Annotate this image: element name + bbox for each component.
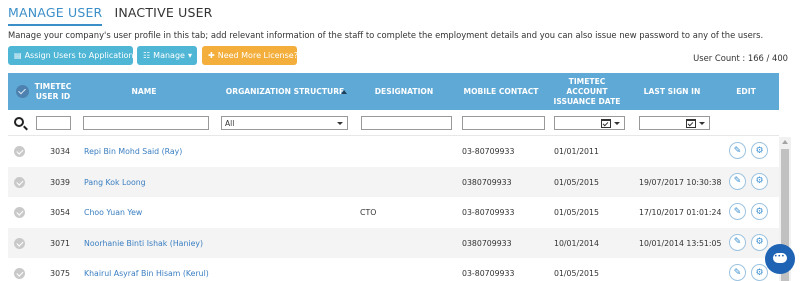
cell-issuance-date: 10/01/2014 [554, 238, 599, 248]
calendar-icon [601, 119, 611, 128]
tab-inactive-user[interactable]: INACTIVE USER [114, 4, 212, 26]
filter-user-id[interactable] [36, 116, 71, 130]
pencil-icon: ✎ [733, 237, 742, 247]
cell-user-id: 3071 [50, 238, 70, 248]
table-row: 3071 Noorhanie Binti Ishak (Haniey) 0380… [8, 227, 779, 258]
gear-icon: ⚙ [755, 206, 764, 217]
cell-name-link[interactable]: Noorhanie Binti Ishak (Haniey) [84, 239, 203, 248]
table-row: 3054 Choo Yuan Yew CTO 03-80709933 01/05… [8, 197, 779, 228]
col-user-id[interactable]: TIMETEC USER ID [34, 73, 72, 110]
filter-org-structure[interactable]: All [221, 116, 348, 130]
cell-user-id: 3039 [50, 177, 70, 187]
row-checkbox[interactable] [14, 207, 25, 218]
cell-user-id: 3075 [50, 269, 70, 278]
sitemap-icon: ☷ [143, 51, 151, 60]
caret-down-icon: ▾ [187, 51, 192, 60]
cell-user-id: 3054 [50, 208, 70, 217]
table-header: TIMETEC USER ID NAME ORGANIZATION STRUCT… [8, 73, 779, 110]
filter-issuance-date[interactable] [554, 116, 625, 130]
cell-issuance-date: 01/01/2011 [554, 147, 599, 156]
cell-designation: CTO [360, 208, 377, 217]
gear-icon: ⚙ [755, 145, 764, 156]
filter-org-value: All [225, 118, 235, 128]
list-icon: ▤ [14, 51, 22, 60]
cell-mobile: 03-80709933 [462, 208, 515, 217]
users-table: TIMETEC USER ID NAME ORGANIZATION STRUCT… [8, 73, 779, 281]
settings-button[interactable]: ⚙ [751, 264, 768, 281]
cell-mobile: 03-80709933 [462, 147, 515, 156]
edit-button[interactable]: ✎ [729, 264, 746, 281]
chat-button[interactable] [765, 244, 795, 274]
edit-button[interactable]: ✎ [729, 233, 746, 251]
calendar-icon [686, 119, 696, 128]
table-body: 3034 Repi Bin Mohd Said (Ray) 03-8070993… [8, 136, 779, 281]
table-row: 3034 Repi Bin Mohd Said (Ray) 03-8070993… [8, 136, 779, 167]
col-edit: EDIT [736, 86, 756, 96]
col-last-sign-in[interactable]: LAST SIGN IN [632, 73, 712, 110]
cell-name-link[interactable]: Repi Bin Mohd Said (Ray) [84, 147, 182, 156]
edit-button[interactable]: ✎ [729, 172, 746, 190]
filter-name[interactable] [83, 116, 209, 130]
col-org-structure[interactable]: ORGANIZATION STRUCTURE [220, 73, 350, 110]
chevron-down-icon [614, 122, 620, 125]
settings-button[interactable]: ⚙ [751, 172, 768, 190]
cell-name-link[interactable]: Choo Yuan Yew [84, 208, 142, 217]
pencil-icon: ✎ [733, 176, 742, 186]
col-designation[interactable]: DESIGNATION [358, 73, 450, 110]
scroll-up-icon[interactable] [782, 140, 788, 144]
edit-button[interactable]: ✎ [729, 142, 746, 159]
row-checkbox[interactable] [14, 237, 25, 249]
cell-last-sign-in: 17/10/2017 01:01:24 [639, 208, 722, 217]
tab-bar: MANAGE USER INACTIVE USER [8, 4, 225, 26]
cell-mobile: 0380709933 [462, 177, 512, 187]
pencil-icon: ✎ [733, 267, 742, 278]
filter-mobile[interactable] [462, 116, 545, 130]
edit-button[interactable]: ✎ [729, 203, 746, 220]
table-row: 3039 Pang Kok Loong 0380709933 01/05/201… [8, 166, 779, 197]
user-count: User Count : 166 / 400 [693, 53, 788, 63]
row-checkbox[interactable] [14, 146, 25, 157]
cell-last-sign-in: 19/07/2017 10:30:38 [639, 177, 722, 187]
gear-icon: ⚙ [755, 237, 764, 247]
col-mobile[interactable]: MOBILE CONTACT [460, 73, 542, 110]
col-issuance-date[interactable]: TIMETEC ACCOUNT ISSUANCE DATE [552, 73, 622, 110]
row-checkbox[interactable] [14, 268, 25, 279]
chevron-down-icon [337, 122, 343, 125]
table-row: 3075 Khairul Asyraf Bin Hisam (Kerul) 03… [8, 258, 779, 281]
filter-last-sign-in[interactable] [639, 116, 710, 130]
cell-issuance-date: 01/05/2015 [554, 269, 599, 278]
settings-button[interactable]: ⚙ [751, 203, 768, 220]
gear-icon: ⚙ [755, 176, 764, 186]
need-more-license-button[interactable]: ✚ Need More License? [202, 46, 298, 65]
cell-last-sign-in: 10/01/2014 13:51:05 [639, 238, 722, 248]
search-icon [14, 117, 24, 127]
plus-icon: ✚ [208, 51, 215, 60]
pencil-icon: ✎ [733, 206, 742, 217]
page-description: Manage your company's user profile in th… [8, 30, 764, 40]
gear-icon: ⚙ [755, 267, 764, 278]
cell-issuance-date: 01/05/2015 [554, 177, 599, 187]
tab-manage-user[interactable]: MANAGE USER [8, 4, 103, 26]
manage-label: Manage [153, 51, 185, 60]
filter-designation[interactable] [361, 116, 452, 130]
filter-row: All [8, 110, 779, 136]
row-checkbox[interactable] [14, 176, 25, 188]
cell-name-link[interactable]: Pang Kok Loong [84, 178, 146, 187]
assign-users-label: Assign Users to Applications [24, 51, 138, 60]
select-all-checkbox[interactable] [16, 85, 29, 98]
cell-name-link[interactable]: Khairul Asyraf Bin Hisam (Kerul) [84, 269, 209, 278]
assign-users-button[interactable]: ▤ Assign Users to Applications [8, 46, 138, 65]
chevron-down-icon [699, 122, 705, 125]
need-more-license-label: Need More License? [217, 51, 298, 60]
cell-user-id: 3034 [50, 147, 70, 156]
settings-button[interactable]: ⚙ [751, 233, 768, 251]
settings-button[interactable]: ⚙ [751, 142, 768, 159]
cell-mobile: 0380709933 [462, 238, 512, 248]
cell-mobile: 03-80709933 [462, 269, 515, 278]
pencil-icon: ✎ [733, 145, 742, 156]
sort-asc-icon [341, 90, 347, 94]
col-name[interactable]: NAME [82, 73, 206, 110]
manage-dropdown-button[interactable]: ☷ Manage ▾ [137, 46, 197, 65]
cell-issuance-date: 01/05/2015 [554, 208, 599, 217]
